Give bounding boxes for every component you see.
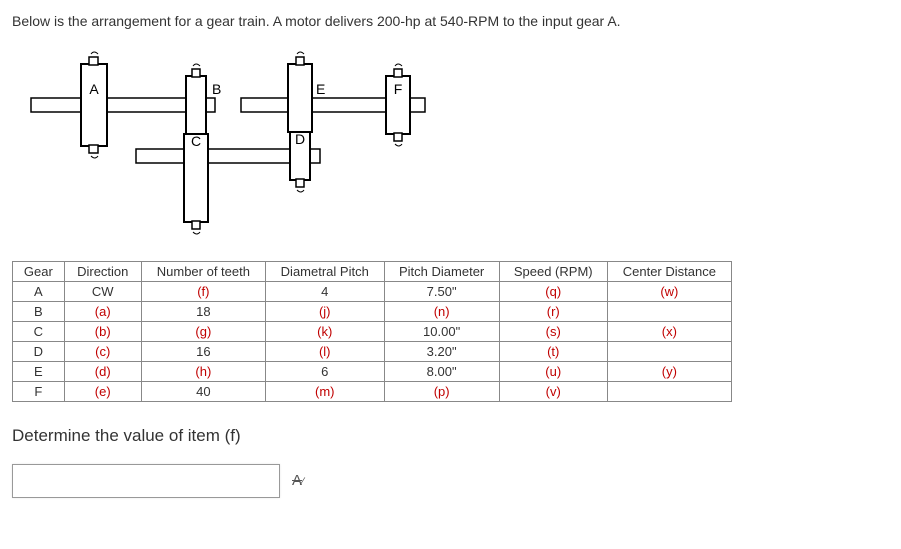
table-row: F (e) 40 (m) (p) (v) bbox=[13, 381, 732, 401]
svg-text:C: C bbox=[191, 133, 201, 149]
svg-text:F: F bbox=[394, 81, 403, 97]
table-row: A CW (f) 4 7.50" (q) (w) bbox=[13, 281, 732, 301]
svg-text:B: B bbox=[212, 81, 221, 97]
table-row: C (b) (g) (k) 10.00" (s) (x) bbox=[13, 321, 732, 341]
answer-input[interactable] bbox=[12, 464, 280, 498]
col-direction: Direction bbox=[64, 261, 141, 281]
svg-text:A: A bbox=[89, 81, 99, 97]
problem-statement: Below is the arrangement for a gear trai… bbox=[12, 12, 889, 32]
svg-text:E: E bbox=[316, 81, 325, 97]
table-row: B (a) 18 (j) (n) (r) bbox=[13, 301, 732, 321]
col-speed: Speed (RPM) bbox=[499, 261, 607, 281]
table-row: D (c) 16 (l) 3.20" (t) bbox=[13, 341, 732, 361]
col-dp: Diametral Pitch bbox=[265, 261, 384, 281]
table-row: E (d) (h) 6 8.00" (u) (y) bbox=[13, 361, 732, 381]
col-teeth: Number of teeth bbox=[141, 261, 265, 281]
col-cd: Center Distance bbox=[607, 261, 731, 281]
col-gear: Gear bbox=[13, 261, 65, 281]
equation-editor-icon[interactable]: A∕ bbox=[292, 472, 304, 489]
gear-train-diagram: A B C D E F bbox=[26, 46, 476, 236]
gear-data-table: Gear Direction Number of teeth Diametral… bbox=[12, 261, 732, 402]
svg-text:D: D bbox=[295, 131, 305, 147]
col-pd: Pitch Diameter bbox=[384, 261, 499, 281]
question-prompt: Determine the value of item (f) bbox=[12, 426, 889, 446]
